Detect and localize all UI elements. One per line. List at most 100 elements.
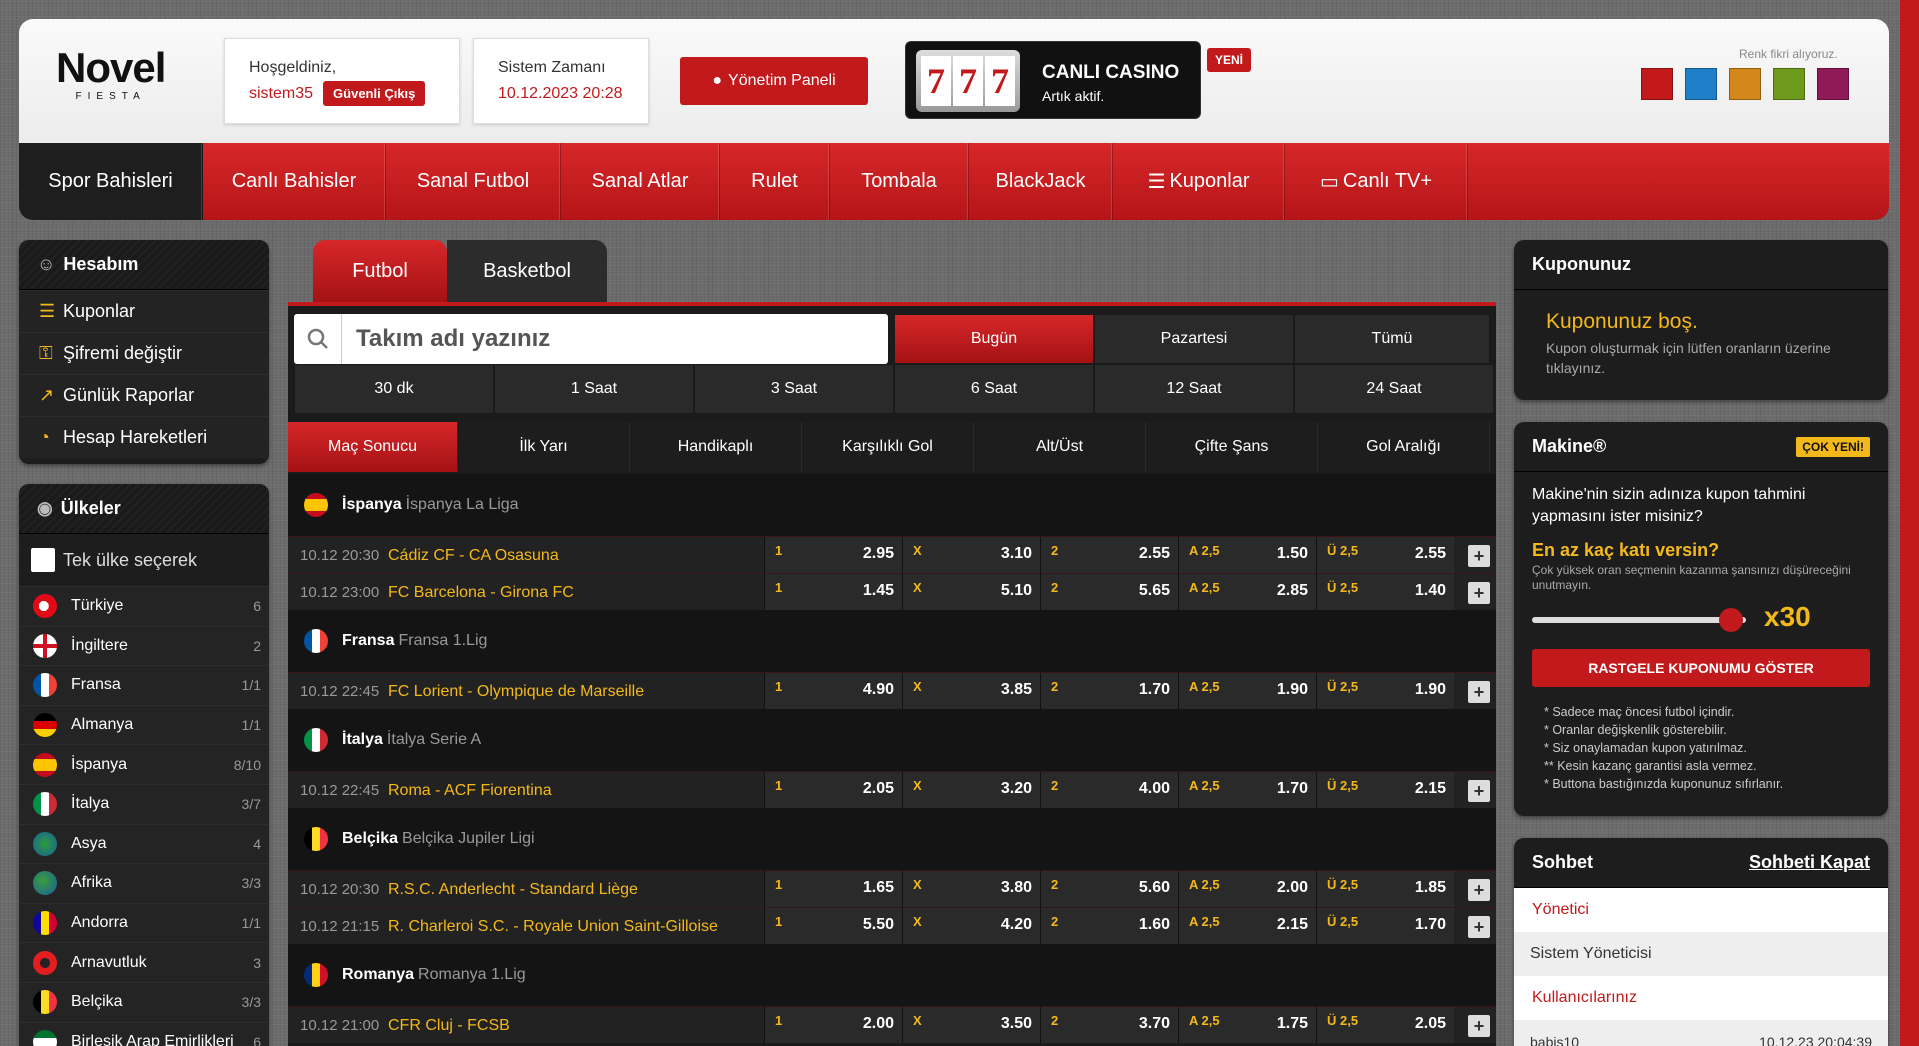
color-swatch[interactable] <box>1773 68 1805 100</box>
odd-button[interactable]: X 3.80 <box>902 871 1040 907</box>
odd-button[interactable]: 1 2.00 <box>764 1007 902 1043</box>
more-odds-button[interactable]: + <box>1468 681 1490 703</box>
match-teams[interactable]: CFR Cluj - FCSB <box>388 1017 510 1035</box>
more-odds-button[interactable]: + <box>1468 582 1490 604</box>
multiplier-slider[interactable]: x30 <box>1532 599 1870 639</box>
market-tab[interactable]: Maç Sonucu <box>288 422 458 472</box>
odd-button[interactable]: A 2,5 1.70 <box>1178 772 1316 808</box>
odd-button[interactable]: A 2,5 2.15 <box>1178 908 1316 944</box>
odd-button[interactable]: 1 2.05 <box>764 772 902 808</box>
nav-item[interactable]: Spor Bahisleri <box>19 143 203 220</box>
hour-filter[interactable]: 3 Saat <box>694 364 894 414</box>
odd-button[interactable]: Ü 2,5 1.70 <box>1316 908 1454 944</box>
odd-button[interactable]: 2 5.65 <box>1040 574 1178 610</box>
more-odds-button[interactable]: + <box>1468 780 1490 802</box>
country-item[interactable]: Arnavutluk 3 <box>19 942 269 982</box>
odd-button[interactable]: 2 3.70 <box>1040 1007 1178 1043</box>
country-item[interactable]: İspanya 8/10 <box>19 744 269 784</box>
country-item[interactable]: Türkiye 6 <box>19 586 269 626</box>
tab-futbol[interactable]: Futbol <box>313 240 447 302</box>
odd-button[interactable]: X 3.85 <box>902 673 1040 709</box>
odd-button[interactable]: A 2,5 1.75 <box>1178 1007 1316 1043</box>
color-swatch[interactable] <box>1685 68 1717 100</box>
hour-filter[interactable]: 12 Saat <box>1094 364 1294 414</box>
match-teams[interactable]: R.S.C. Anderlecht - Standard Liège <box>388 881 638 899</box>
market-tab[interactable]: Alt/Üst <box>974 422 1146 472</box>
market-tab[interactable]: İlk Yarı <box>458 422 630 472</box>
color-swatch[interactable] <box>1641 68 1673 100</box>
odd-button[interactable]: 1 5.50 <box>764 908 902 944</box>
odd-button[interactable]: 2 5.60 <box>1040 871 1178 907</box>
odd-button[interactable]: X 3.20 <box>902 772 1040 808</box>
market-tab[interactable]: Gol Aralığı <box>1318 422 1490 472</box>
country-item[interactable]: Birleşik Arap Emirlikleri 6 <box>19 1021 269 1046</box>
odd-button[interactable]: 1 2.95 <box>764 537 902 573</box>
random-coupon-button[interactable]: RASTGELE KUPONUMU GÖSTER <box>1532 649 1870 687</box>
color-swatch[interactable] <box>1817 68 1849 100</box>
odd-button[interactable]: 1 4.90 <box>764 673 902 709</box>
more-odds-button[interactable]: + <box>1468 545 1490 567</box>
nav-item[interactable]: ☰ Kuponlar <box>1113 143 1285 220</box>
day-filter[interactable]: Bugün <box>894 314 1094 364</box>
logout-button[interactable]: Güvenli Çıkış <box>323 81 426 106</box>
match-teams[interactable]: Cádiz CF - CA Osasuna <box>388 547 559 565</box>
nav-item[interactable]: Canlı Bahisler <box>203 143 386 220</box>
nav-item[interactable]: BlackJack <box>969 143 1113 220</box>
hour-filter[interactable]: 1 Saat <box>494 364 694 414</box>
team-search-input[interactable] <box>342 325 842 353</box>
match-teams[interactable]: R. Charleroi S.C. - Royale Union Saint-G… <box>388 918 718 936</box>
odd-button[interactable]: 1 1.45 <box>764 574 902 610</box>
nav-item[interactable]: Sanal Atlar <box>561 143 720 220</box>
checkbox[interactable] <box>31 548 55 572</box>
market-tab[interactable]: Handikaplı <box>630 422 802 472</box>
odd-button[interactable]: Ü 2,5 1.40 <box>1316 574 1454 610</box>
odd-button[interactable]: Ü 2,5 1.85 <box>1316 871 1454 907</box>
nav-item[interactable]: ▭ Canlı TV+ <box>1285 143 1468 220</box>
match-teams[interactable]: Roma - ACF Fiorentina <box>388 782 552 800</box>
odd-button[interactable]: A 2,5 1.50 <box>1178 537 1316 573</box>
account-item[interactable]: ☰ Kuponlar <box>19 290 269 332</box>
color-swatch[interactable] <box>1729 68 1761 100</box>
country-item[interactable]: Almanya 1/1 <box>19 704 269 745</box>
odd-button[interactable]: Ü 2,5 2.15 <box>1316 772 1454 808</box>
nav-item[interactable]: Sanal Futbol <box>386 143 561 220</box>
slider-handle[interactable] <box>1719 608 1744 632</box>
more-odds-button[interactable]: + <box>1468 916 1490 938</box>
odd-button[interactable]: Ü 2,5 2.05 <box>1316 1007 1454 1043</box>
tab-basketbol[interactable]: Basketbol <box>447 240 607 302</box>
account-item[interactable]: ↗ Günlük Raporlar <box>19 374 269 416</box>
close-chat-link[interactable]: Sohbeti Kapat <box>1749 852 1870 873</box>
admin-panel-button[interactable]: ● Yönetim Paneli <box>680 57 868 105</box>
odd-button[interactable]: 2 1.60 <box>1040 908 1178 944</box>
country-item[interactable]: Asya 4 <box>19 823 269 864</box>
odd-button[interactable]: A 2,5 2.00 <box>1178 871 1316 907</box>
more-odds-button[interactable]: + <box>1468 1015 1490 1037</box>
live-casino-banner[interactable]: 777 CANLI CASINO Artık aktif. <box>905 41 1201 119</box>
country-item[interactable]: Andorra 1/1 <box>19 902 269 943</box>
more-odds-button[interactable]: + <box>1468 879 1490 901</box>
country-item[interactable]: Fransa 1/1 <box>19 665 269 705</box>
odd-button[interactable]: X 4.20 <box>902 908 1040 944</box>
odd-button[interactable]: A 2,5 2.85 <box>1178 574 1316 610</box>
account-item[interactable]: ⚿ Şifremi değiştir <box>19 332 269 374</box>
country-item[interactable]: Belçika 3/3 <box>19 981 269 1022</box>
logo[interactable]: Novel FIESTA <box>56 47 166 103</box>
match-teams[interactable]: FC Barcelona - Girona FC <box>388 584 574 602</box>
odd-button[interactable]: 2 4.00 <box>1040 772 1178 808</box>
odd-button[interactable]: 2 2.55 <box>1040 537 1178 573</box>
odd-button[interactable]: Ü 2,5 2.55 <box>1316 537 1454 573</box>
market-tab[interactable]: Karşılıklı Gol <box>802 422 974 472</box>
hour-filter[interactable]: 30 dk <box>294 364 494 414</box>
hour-filter[interactable]: 6 Saat <box>894 364 1094 414</box>
country-item[interactable]: İtalya 3/7 <box>19 783 269 824</box>
chat-user-row[interactable]: babis10 10.12.23 20:04:39 <box>1514 1020 1888 1046</box>
country-item[interactable]: İngiltere 2 <box>19 625 269 666</box>
day-filter[interactable]: Pazartesi <box>1094 314 1294 364</box>
account-item[interactable]: ◔ Hesap Hareketleri <box>19 416 269 458</box>
search-icon[interactable] <box>294 314 342 364</box>
day-filter[interactable]: Tümü <box>1294 314 1490 364</box>
odd-button[interactable]: 2 1.70 <box>1040 673 1178 709</box>
single-country-toggle[interactable]: Tek ülke seçerek <box>19 534 269 586</box>
nav-item[interactable]: Tombala <box>830 143 969 220</box>
odd-button[interactable]: X 3.10 <box>902 537 1040 573</box>
